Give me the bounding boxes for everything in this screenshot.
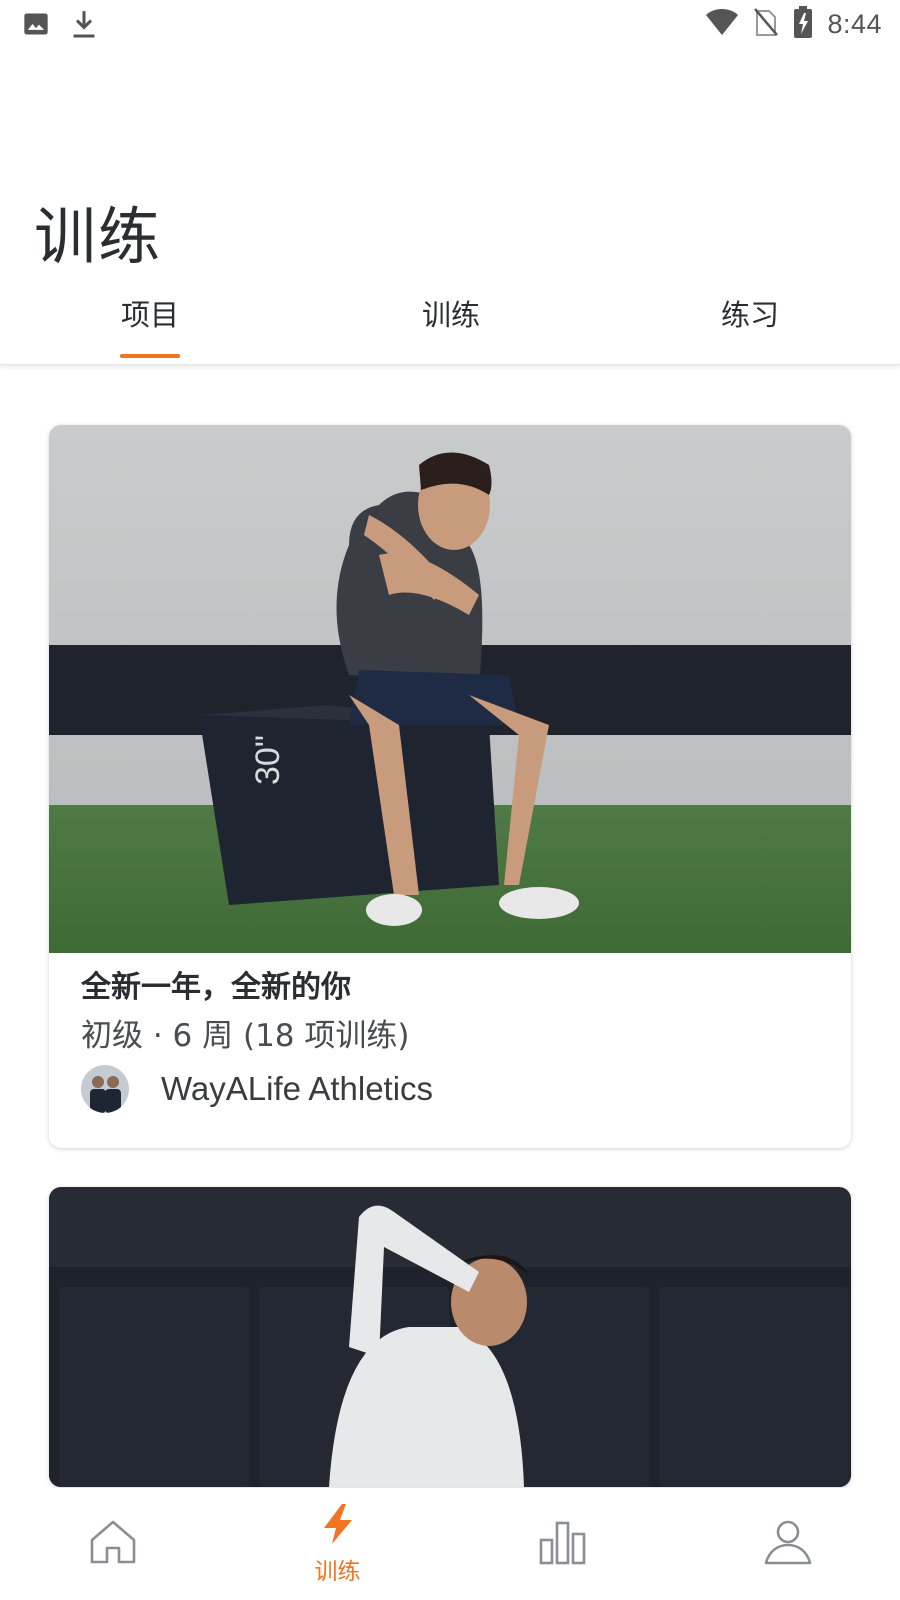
no-sim-icon	[753, 7, 779, 41]
download-icon	[70, 8, 98, 44]
status-time: 8:44	[827, 8, 882, 39]
program-author: WayALife Athletics	[81, 1065, 433, 1113]
tab-projects[interactable]: 项目	[120, 292, 180, 358]
image-icon	[22, 10, 50, 42]
nav-workouts-label: 训练	[314, 1559, 361, 1585]
program-meta: 初级 · 6 周 (18 项训练)	[81, 1018, 410, 1054]
nav-profile[interactable]	[675, 1488, 900, 1600]
tab-exercises[interactable]: 练习	[720, 292, 780, 352]
program-image: 30"	[49, 425, 851, 953]
nav-home[interactable]	[0, 1488, 225, 1600]
tab-bar: 项目 训练 练习	[0, 280, 900, 365]
program-card[interactable]: 30" 全新一年，全新的你 初级 · 6 周 (18 项训练) WayALife…	[49, 425, 851, 1148]
svg-text:30": 30"	[249, 735, 287, 785]
home-icon	[87, 1518, 139, 1570]
program-card[interactable]	[49, 1187, 851, 1487]
bottom-nav: 训练	[0, 1488, 900, 1600]
author-name: WayALife Athletics	[161, 1070, 434, 1107]
program-image	[49, 1187, 851, 1487]
profile-icon	[763, 1518, 813, 1570]
page-title: 训练	[34, 200, 163, 273]
stats-icon	[538, 1518, 588, 1570]
nav-stats[interactable]	[450, 1488, 675, 1600]
nav-workouts[interactable]: 训练	[225, 1488, 450, 1600]
program-title: 全新一年，全新的你	[81, 970, 351, 1005]
avatar	[81, 1065, 129, 1113]
battery-charging-icon	[793, 6, 813, 42]
status-bar: 8:44	[0, 0, 900, 52]
wifi-icon	[705, 8, 739, 40]
tab-workouts[interactable]: 训练	[421, 292, 481, 352]
lightning-icon	[320, 1502, 356, 1550]
